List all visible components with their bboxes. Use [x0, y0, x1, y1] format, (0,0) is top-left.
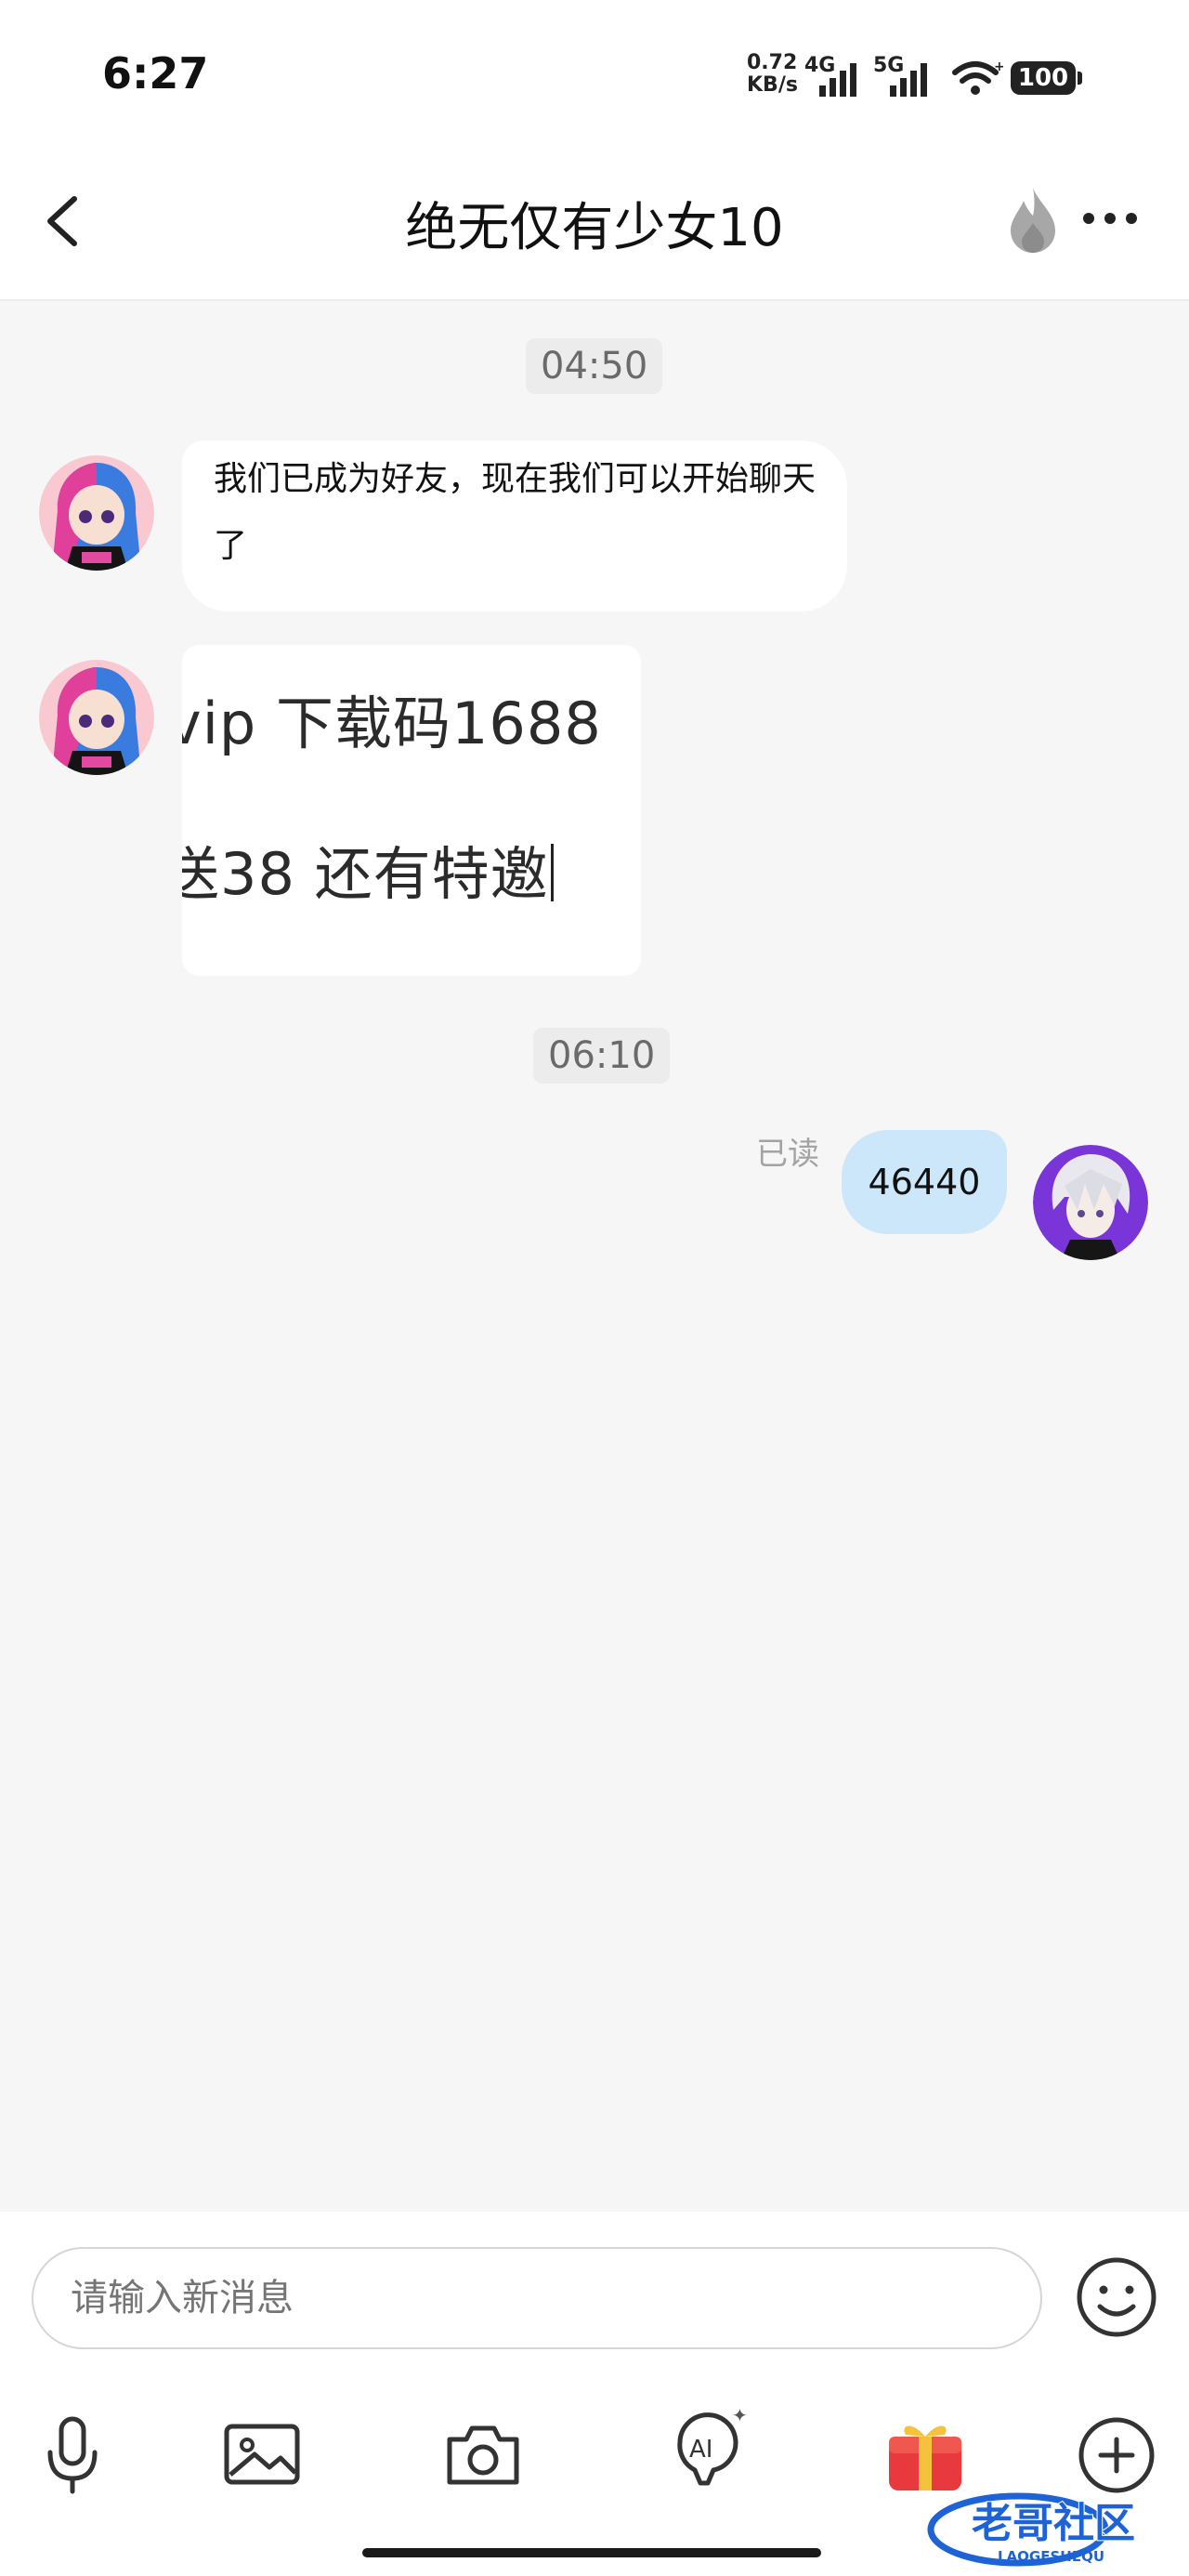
my-avatar[interactable] — [1033, 1145, 1148, 1260]
message-input[interactable] — [32, 2247, 1042, 2349]
watermark-logo-icon: 老哥社区 LAOGESHEQU — [927, 2492, 1136, 2567]
timestamp-1: 04:50 — [526, 338, 663, 394]
contact-avatar[interactable] — [39, 455, 154, 571]
image-text-line-2: 送38 还有特邀 — [182, 827, 554, 911]
text-cursor — [550, 844, 554, 901]
timestamp-2: 06:10 — [533, 1028, 671, 1084]
gallery-button[interactable] — [216, 2409, 308, 2502]
image-text-line-1: vip 下载码1688 — [182, 690, 602, 757]
anime-boy-avatar-icon — [1033, 1145, 1148, 1260]
ai-button[interactable]: AI ✦ — [658, 2403, 751, 2496]
network-speed: 0.72 KB/s — [747, 52, 798, 97]
camera-button[interactable] — [437, 2409, 529, 2502]
battery-indicator: 100 — [1011, 61, 1076, 95]
svg-text:AI: AI — [689, 2436, 712, 2464]
status-time: 6:27 — [102, 48, 209, 99]
sent-message-bubble: 46440 — [842, 1130, 1007, 1234]
camera-icon — [447, 2425, 519, 2485]
network-speed-unit: KB/s — [747, 73, 798, 97]
image-message[interactable]: vip 下载码1688 送38 还有特邀 — [182, 645, 641, 976]
read-status: 已读 — [756, 1136, 819, 1173]
anime-girl-avatar-icon — [39, 455, 154, 571]
emoji-button[interactable] — [1072, 2253, 1161, 2342]
site-watermark: 老哥社区 LAOGESHEQU — [925, 2477, 1178, 2567]
signal-icon-2 — [890, 63, 927, 97]
contact-avatar-2[interactable] — [39, 660, 154, 775]
fire-icon — [1011, 188, 1055, 253]
emoji-icon — [1077, 2257, 1156, 2337]
svg-text:✦: ✦ — [732, 2404, 748, 2426]
svg-text:+: + — [994, 59, 1003, 74]
network-speed-value: 0.72 — [747, 51, 798, 74]
svg-text:LAOGESHEQU: LAOGESHEQU — [998, 2548, 1104, 2565]
signal-icon-1 — [819, 63, 856, 97]
mic-icon — [47, 2416, 98, 2494]
anime-girl-avatar-icon — [39, 660, 154, 775]
home-indicator[interactable] — [362, 2548, 821, 2557]
more-options-button[interactable] — [1078, 195, 1143, 242]
voice-button[interactable] — [26, 2409, 119, 2502]
battery-tip — [1078, 72, 1082, 85]
image-text-line-2-text: 送38 还有特邀 — [182, 840, 549, 908]
ai-icon: AI ✦ — [677, 2404, 748, 2486]
burn-after-reading-button[interactable] — [1003, 182, 1063, 256]
more-icon — [1083, 213, 1137, 224]
wifi-icon: + — [952, 59, 1003, 95]
welcome-message-bubble: 我们已成为好友，现在我们可以开始聊天了 — [182, 440, 847, 611]
svg-text:老哥社区: 老哥社区 — [972, 2500, 1135, 2547]
image-icon — [224, 2424, 300, 2485]
